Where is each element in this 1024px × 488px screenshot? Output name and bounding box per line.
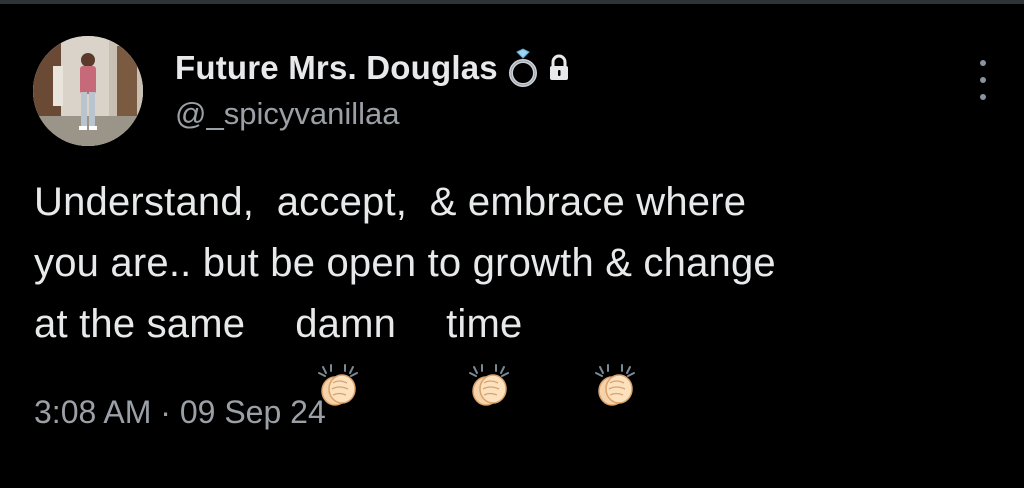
author-name-row: Future Mrs. Douglas <box>175 44 570 92</box>
tweet-text: Understand, accept, & embrace where you … <box>34 172 994 406</box>
ring-icon <box>506 48 540 88</box>
more-dot <box>980 94 986 100</box>
lock-icon <box>548 54 570 82</box>
avatar[interactable] <box>33 36 143 146</box>
avatar-photo <box>33 36 143 146</box>
top-divider <box>0 0 1024 4</box>
display-name[interactable]: Future Mrs. Douglas <box>175 49 498 87</box>
tweet-line-1: Understand, accept, & embrace where <box>34 180 747 224</box>
tweet-text-fragment: at the same <box>34 302 246 346</box>
more-dot <box>980 60 986 66</box>
more-dot <box>980 77 986 83</box>
clapping-hands-icon <box>524 302 636 406</box>
more-options-icon[interactable] <box>968 60 998 100</box>
clapping-hands-icon <box>398 302 509 406</box>
author-handle[interactable]: @_spicyvanillaa <box>175 96 399 132</box>
tweet-text-fragment: time <box>446 302 523 346</box>
tweet-line-2: you are.. but be open to growth & change <box>34 241 776 285</box>
tweet-line-3: at the same damn time <box>34 294 994 406</box>
clapping-hands-icon <box>247 302 359 406</box>
tweet-text-fragment: damn <box>295 302 397 346</box>
tweet-timestamp[interactable]: 3:08 AM · 09 Sep 24 <box>34 394 326 431</box>
